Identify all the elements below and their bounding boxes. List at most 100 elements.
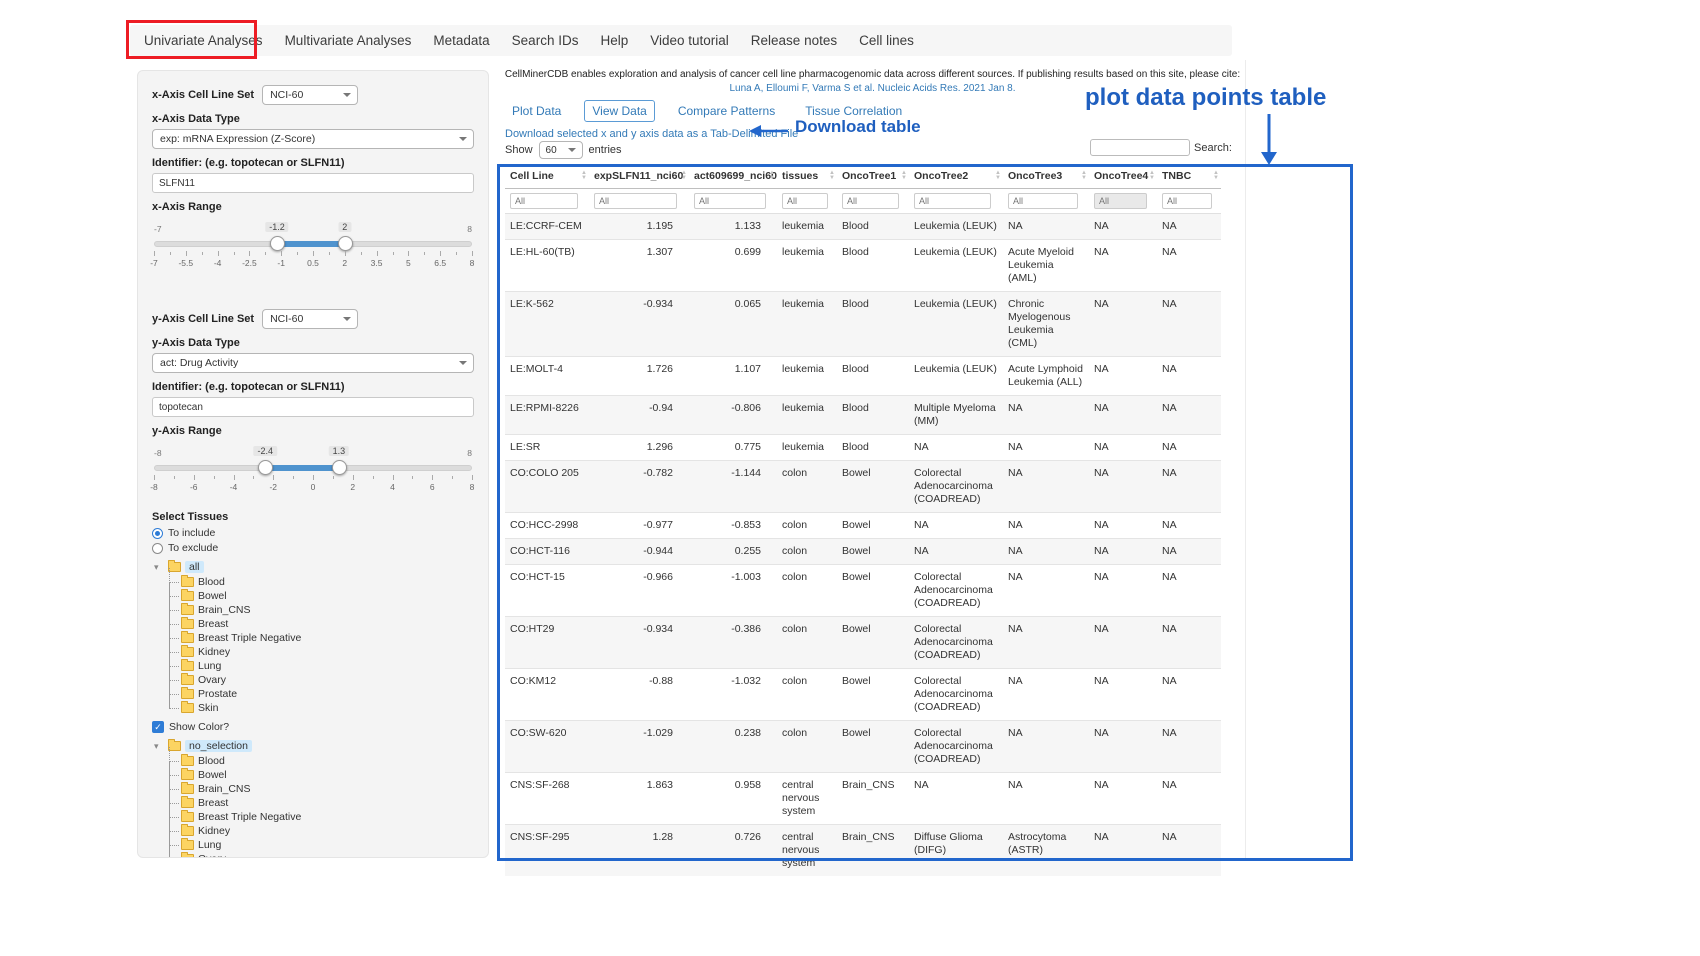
tree-node-bowel[interactable]: Bowel (154, 768, 474, 782)
radio-to-include[interactable]: To include (152, 527, 474, 539)
tree-node-breast[interactable]: Breast (154, 796, 474, 810)
column-header-tissues[interactable]: tissues▲▼ (777, 164, 837, 189)
table-row[interactable]: LE:HL-60(TB)1.3070.699leukemiaBloodLeuke… (505, 240, 1221, 292)
filter-input-oncotree4[interactable] (1094, 193, 1147, 209)
y-data-type-select[interactable]: act: Drug Activity (152, 353, 474, 373)
tree-node-prostate[interactable]: Prostate (154, 687, 474, 701)
tree-node-blood[interactable]: Blood (154, 754, 474, 768)
tree-node-lung[interactable]: Lung (154, 659, 474, 673)
x-cell-line-set-select[interactable]: NCI-60 (262, 85, 358, 105)
slider-handle-high[interactable] (332, 460, 347, 475)
tree-node-breast-triple-negative[interactable]: Breast Triple Negative (154, 631, 474, 645)
table-row[interactable]: CO:HT29-0.934-0.386colonBowelColorectal … (505, 617, 1221, 669)
sort-icon[interactable]: ▲▼ (829, 171, 835, 181)
nav-item-help[interactable]: Help (600, 33, 628, 48)
column-header-oncotree1[interactable]: OncoTree1▲▼ (837, 164, 909, 189)
tree-node-ovary[interactable]: Ovary (154, 852, 474, 858)
column-header-cell-line[interactable]: Cell Line▲▼ (505, 164, 589, 189)
table-row[interactable]: CO:HCT-15-0.966-1.003colonBowelColorecta… (505, 565, 1221, 617)
sort-icon[interactable]: ▲▼ (581, 171, 587, 181)
entries-select[interactable]: 60 (539, 141, 583, 159)
y-identifier-input[interactable] (152, 397, 474, 417)
x-data-type-select[interactable]: exp: mRNA Expression (Z-Score) (152, 129, 474, 149)
filter-input-act609699-nci60[interactable] (694, 193, 766, 209)
table-row[interactable]: CNS:SF-2951.280.726central nervous syste… (505, 825, 1221, 877)
filter-input-expslfn11-nci60[interactable] (594, 193, 677, 209)
tree-node-bowel[interactable]: Bowel (154, 589, 474, 603)
nav-item-cell-lines[interactable]: Cell lines (859, 33, 914, 48)
column-header-oncotree2[interactable]: OncoTree2▲▼ (909, 164, 1003, 189)
nav-item-search-ids[interactable]: Search IDs (512, 33, 579, 48)
column-header-tnbc[interactable]: TNBC▲▼ (1157, 164, 1221, 189)
sort-icon[interactable]: ▲▼ (1081, 171, 1087, 181)
table-row[interactable]: LE:CCRF-CEM1.1951.133leukemiaBloodLeukem… (505, 214, 1221, 240)
filter-input-oncotree3[interactable] (1008, 193, 1078, 209)
search-control: Search: (1090, 139, 1232, 156)
slider-handle-low[interactable] (270, 236, 285, 251)
sort-icon[interactable]: ▲▼ (769, 171, 775, 181)
table-cell: 1.726 (589, 357, 689, 396)
tree-node-brain-cns[interactable]: Brain_CNS (154, 603, 474, 617)
tick-mark-minor (412, 476, 413, 479)
tab-compare-patterns[interactable]: Compare Patterns (671, 101, 782, 121)
nav-item-release-notes[interactable]: Release notes (751, 33, 837, 48)
tree-node-blood[interactable]: Blood (154, 575, 474, 589)
filter-input-cell-line[interactable] (510, 193, 578, 209)
y-cell-line-set-select[interactable]: NCI-60 (262, 309, 358, 329)
nav-item-multivariate-analyses[interactable]: Multivariate Analyses (285, 33, 412, 48)
sort-icon[interactable]: ▲▼ (995, 171, 1001, 181)
filter-input-oncotree2[interactable] (914, 193, 991, 209)
x-identifier-input[interactable] (152, 173, 474, 193)
y-cell-line-set-value: NCI-60 (270, 313, 303, 325)
table-row[interactable]: LE:RPMI-8226-0.94-0.806leukemiaBloodMult… (505, 396, 1221, 435)
table-row[interactable]: CO:COLO 205-0.782-1.144colonBowelColorec… (505, 461, 1221, 513)
nav-item-univariate-analyses[interactable]: Univariate Analyses (144, 33, 263, 48)
table-row[interactable]: CO:SW-620-1.0290.238colonBowelColorectal… (505, 721, 1221, 773)
radio-to-exclude[interactable]: To exclude (152, 542, 474, 554)
filter-input-tnbc[interactable] (1162, 193, 1212, 209)
filter-input-oncotree1[interactable] (842, 193, 899, 209)
table-row[interactable]: LE:MOLT-41.7261.107leukemiaBloodLeukemia… (505, 357, 1221, 396)
tree-node-breast-triple-negative[interactable]: Breast Triple Negative (154, 810, 474, 824)
y-data-type-label: y-Axis Data Type (152, 337, 474, 349)
column-header-oncotree4[interactable]: OncoTree4▲▼ (1089, 164, 1157, 189)
table-row[interactable]: CNS:SF-2681.8630.958central nervous syst… (505, 773, 1221, 825)
tree-node-lung[interactable]: Lung (154, 838, 474, 852)
sort-icon[interactable]: ▲▼ (901, 171, 907, 181)
table-row[interactable]: LE:SR1.2960.775leukemiaBloodNANANANA (505, 435, 1221, 461)
tree-node-all[interactable]: ▾all (154, 559, 474, 575)
table-row[interactable]: CO:KM12-0.88-1.032colonBowelColorectal A… (505, 669, 1221, 721)
slider-selected-range[interactable] (277, 241, 345, 247)
column-header-expslfn11-nci60[interactable]: expSLFN11_nci60▲▼ (589, 164, 689, 189)
slider-handle-low[interactable] (258, 460, 273, 475)
nav-item-video-tutorial[interactable]: Video tutorial (650, 33, 729, 48)
slider-handle-high[interactable] (338, 236, 353, 251)
table-row[interactable]: CO:HCT-116-0.9440.255colonBowelNANANANA (505, 539, 1221, 565)
tree-node-breast[interactable]: Breast (154, 617, 474, 631)
show-color-checkbox[interactable]: Show Color? (152, 721, 474, 733)
tree-node-kidney[interactable]: Kidney (154, 645, 474, 659)
sort-icon[interactable]: ▲▼ (1149, 171, 1155, 181)
tree-node-no-selection[interactable]: ▾no_selection (154, 738, 474, 754)
sort-icon[interactable]: ▲▼ (681, 171, 687, 181)
table-cell: CO:COLO 205 (505, 461, 589, 513)
tab-plot-data[interactable]: Plot Data (505, 101, 568, 121)
column-header-oncotree3[interactable]: OncoTree3▲▼ (1003, 164, 1089, 189)
search-input[interactable] (1090, 139, 1190, 156)
sort-icon[interactable]: ▲▼ (1213, 171, 1219, 181)
tree-node-brain-cns[interactable]: Brain_CNS (154, 782, 474, 796)
column-header-act609699-nci60[interactable]: act609699_nci60▲▼ (689, 164, 777, 189)
slider-selected-range[interactable] (265, 465, 339, 471)
nav-item-metadata[interactable]: Metadata (433, 33, 489, 48)
x-range-slider[interactable]: -78-1.22-7-5.5-4-2.5-10.523.556.58 (154, 227, 472, 273)
filter-input-tissues[interactable] (782, 193, 828, 209)
expand-icon[interactable]: ▾ (154, 741, 164, 752)
y-range-slider[interactable]: -88-2.41.3-8-6-4-202468 (154, 451, 472, 497)
tree-node-ovary[interactable]: Ovary (154, 673, 474, 687)
tree-node-skin[interactable]: Skin (154, 701, 474, 715)
table-row[interactable]: LE:K-562-0.9340.065leukemiaBloodLeukemia… (505, 292, 1221, 357)
tab-view-data[interactable]: View Data (584, 100, 654, 122)
expand-icon[interactable]: ▾ (154, 562, 164, 573)
table-row[interactable]: CO:HCC-2998-0.977-0.853colonBowelNANANAN… (505, 513, 1221, 539)
tree-node-kidney[interactable]: Kidney (154, 824, 474, 838)
